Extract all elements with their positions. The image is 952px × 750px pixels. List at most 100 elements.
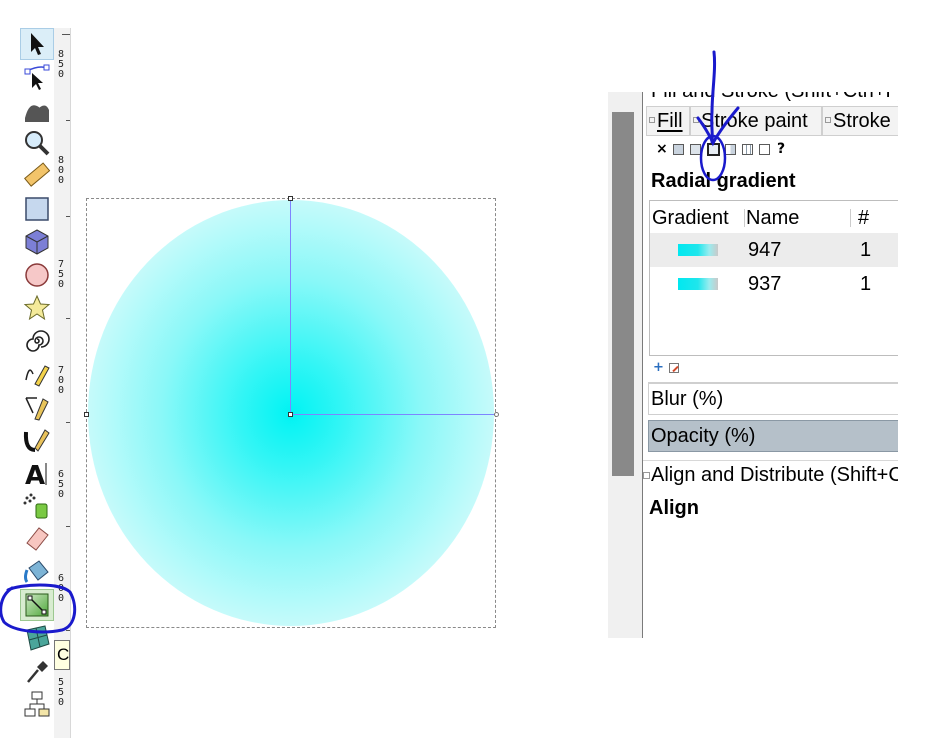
pen-tool-button[interactable] (20, 391, 54, 423)
paint-flat-icon[interactable] (673, 144, 684, 155)
node-tool-button[interactable] (20, 61, 54, 93)
measure-tool-button[interactable] (20, 160, 54, 192)
tab-stroke-paint[interactable]: Stroke paint (690, 106, 822, 136)
gradient-list-table[interactable]: Gradient Name # 947 1 937 1 (649, 200, 898, 356)
panel-scrollbar-thumb[interactable] (612, 112, 634, 476)
tab-stroke-style[interactable]: Stroke (822, 106, 898, 136)
paint-radial-icon[interactable] (707, 143, 720, 156)
gradient-name: 947 (748, 239, 782, 261)
blur-slider[interactable]: Blur (%) (648, 383, 898, 415)
ruler-label: 8 0 0 (57, 155, 65, 186)
gradient-swatch (678, 244, 718, 256)
ellipse-tool-icon (25, 263, 49, 287)
ruler-tick (62, 34, 70, 35)
star-tool-icon (23, 294, 51, 321)
calligraphy-tool-icon (23, 429, 50, 452)
ruler-label: 5 5 0 (57, 677, 65, 708)
add-gradient-icon[interactable]: + (653, 360, 664, 375)
gradient-vertical-handle-line (290, 200, 291, 414)
mesh-tool-button[interactable] (20, 622, 54, 654)
gradient-horizontal-handle-line (290, 414, 496, 415)
ruler-label: 8 5 0 (57, 49, 65, 80)
pen-tool-icon (25, 397, 49, 421)
tab-grip-icon (825, 117, 831, 123)
opacity-slider[interactable]: Opacity (%) (648, 420, 898, 452)
selector-tool-button[interactable] (20, 28, 54, 60)
gradient-swatch (678, 278, 718, 290)
dropper-tool-button[interactable] (20, 655, 54, 687)
measure-tool-icon (24, 162, 51, 187)
bbox-left-handle[interactable] (84, 412, 89, 417)
svg-text:A: A (25, 461, 45, 487)
column-header-gradient[interactable]: Gradient (652, 203, 744, 233)
paint-bucket-tool-icon (24, 560, 49, 583)
paint-linear-icon[interactable] (690, 144, 701, 155)
rectangle-tool-button[interactable] (20, 193, 54, 225)
column-header-name[interactable]: Name (746, 203, 799, 233)
paint-pattern-icon[interactable] (742, 144, 753, 155)
column-divider (850, 209, 851, 227)
paint-unset-icon[interactable]: ? (777, 141, 785, 157)
dropper-tool-icon (27, 661, 48, 683)
section-title: Radial gradient (651, 170, 796, 192)
gradient-count: 1 (860, 273, 872, 295)
tab-grip-icon (649, 117, 655, 123)
spiral-tool-button[interactable] (20, 325, 54, 357)
gradient-right-handle[interactable] (494, 412, 499, 417)
spiral-tool-icon (26, 330, 50, 352)
text-tool-button[interactable]: A (20, 457, 54, 489)
box3d-tool-icon (25, 229, 49, 255)
panel-scrollbar[interactable] (608, 92, 643, 638)
calligraphy-tool-button[interactable] (20, 424, 54, 456)
text-tool-icon: A (25, 461, 47, 487)
gradient-name: 937 (748, 273, 782, 295)
paint-none-icon[interactable]: × (656, 141, 668, 157)
ruler-label: 6 0 0 (57, 573, 65, 604)
gradient-center-handle[interactable] (288, 412, 293, 417)
docked-dialogs-panel: Fill and Stroke (Shift+Ctrl+F) Fill Stro… (608, 92, 898, 638)
tab-fill[interactable]: Fill (646, 106, 690, 136)
tweak-tool-icon (25, 105, 49, 122)
tab-grip-icon (693, 117, 699, 123)
align-section-title: Align (649, 497, 699, 519)
zoom-tool-button[interactable] (20, 127, 54, 159)
selector-tool-icon (31, 33, 44, 55)
vertical-ruler[interactable]: 8 5 0 8 0 0 7 5 0 7 0 0 6 5 0 6 0 0 5 5 … (54, 28, 71, 738)
tweak-tool-button[interactable] (20, 94, 54, 126)
connector-tool-icon (24, 691, 50, 717)
paint-swatch-icon[interactable] (759, 144, 770, 155)
zoom-tool-icon (25, 131, 50, 156)
paint-bucket-tool-button[interactable] (20, 556, 54, 588)
ellipse-tool-button[interactable] (20, 259, 54, 291)
align-dialog-title[interactable]: Align and Distribute (Shift+Ctrl+A) (651, 464, 898, 487)
eraser-tool-button[interactable] (20, 523, 54, 555)
edit-gradient-icon[interactable] (669, 363, 679, 373)
ruler-label: 6 5 0 (57, 469, 65, 500)
table-row[interactable]: 947 1 (650, 233, 898, 267)
eraser-tool-icon (26, 527, 49, 551)
toolbox: A (0, 28, 54, 720)
paint-mesh-icon[interactable] (725, 144, 736, 155)
pencil-tool-button[interactable] (20, 358, 54, 390)
drawing-canvas[interactable] (70, 28, 590, 738)
ruler-label: 7 0 0 (57, 365, 65, 396)
connector-tool-button[interactable] (20, 688, 54, 720)
fill-stroke-dialog-title: Fill and Stroke (Shift+Ctrl+F) (651, 92, 898, 103)
box3d-tool-button[interactable] (20, 226, 54, 258)
rectangle-tool-icon (25, 197, 49, 221)
gradient-tool-icon (25, 593, 49, 617)
mesh-tool-icon (26, 625, 50, 651)
star-tool-button[interactable] (20, 292, 54, 324)
column-header-count[interactable]: # (858, 203, 869, 233)
divider (643, 460, 898, 461)
gradient-tool-button[interactable] (20, 589, 54, 621)
gradient-top-handle[interactable] (288, 196, 293, 201)
table-row[interactable]: 937 1 (650, 267, 898, 301)
pencil-tool-icon (25, 365, 50, 387)
node-tool-icon (24, 64, 50, 90)
gradient-count: 1 (860, 239, 872, 261)
dialog-grip-icon[interactable] (643, 472, 650, 479)
fill-stroke-dialog: Fill and Stroke (Shift+Ctrl+F) Fill Stro… (643, 92, 898, 638)
spray-tool-button[interactable] (20, 490, 54, 522)
column-divider (744, 209, 745, 227)
